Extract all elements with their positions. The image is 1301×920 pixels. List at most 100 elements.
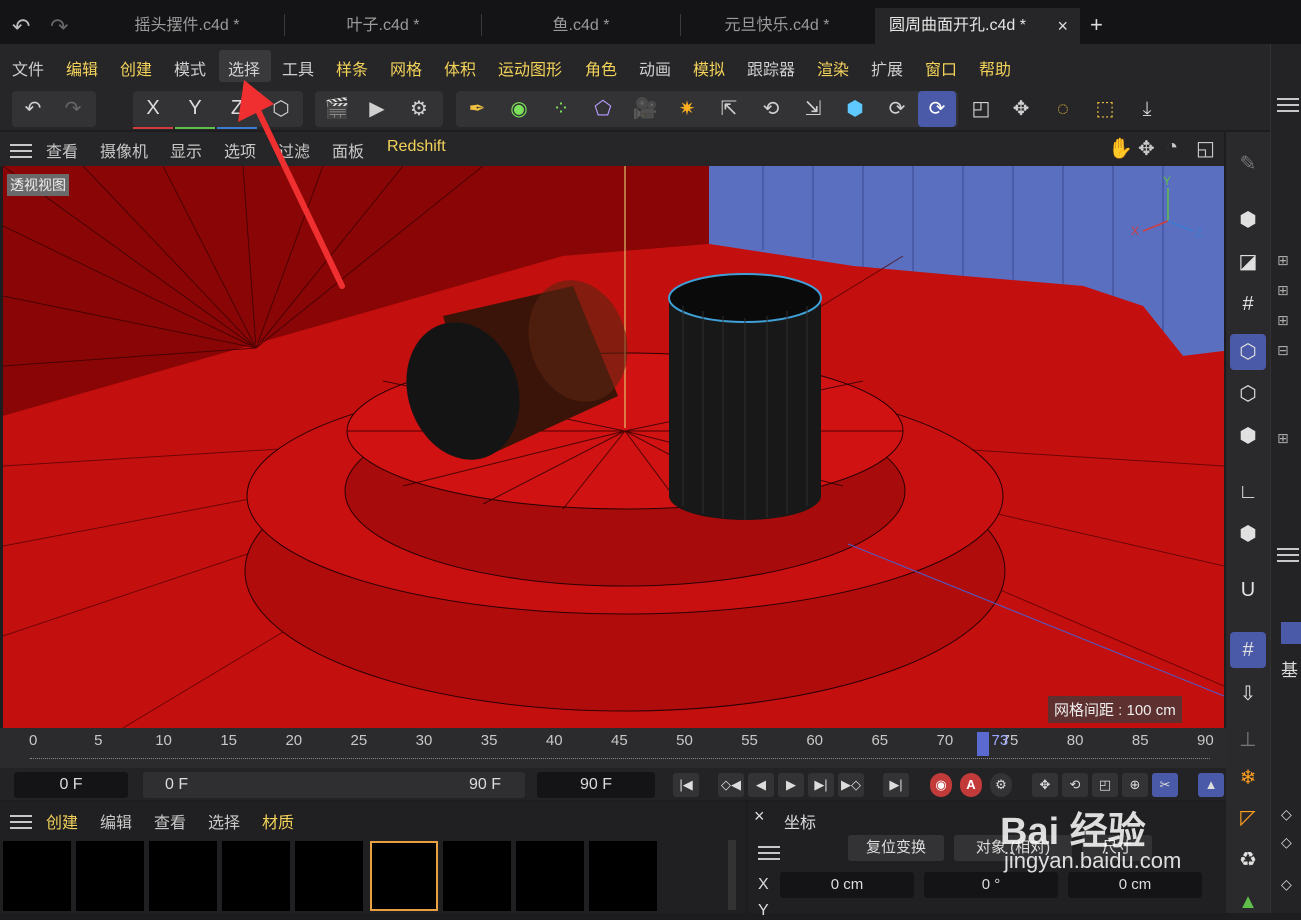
autokey-button[interactable]: A [960,773,982,797]
rotate-icon[interactable]: ⟲ [752,91,790,127]
panel-menu-icon[interactable] [1277,94,1299,116]
key-position-icon[interactable]: ✥ [1032,773,1058,797]
render-view-icon[interactable]: 🎬 [318,91,356,127]
next-frame-icon[interactable]: ▶| [808,773,834,797]
redo-icon[interactable]: ↷ [50,14,68,40]
menu-animate[interactable]: 动画 [639,56,671,80]
edit-icon[interactable]: ✎ [1230,146,1266,182]
menu-character[interactable]: 角色 [585,56,617,80]
menu-spline[interactable]: 样条 [336,56,368,80]
material-thumbnail[interactable] [516,841,584,911]
solo-icon[interactable]: ⬢ [1230,516,1266,552]
material-thumbnail-selected[interactable] [370,841,438,911]
pan-hand-icon[interactable]: ✋ [1108,136,1133,161]
workplane-icon[interactable]: ⇩ [1230,676,1266,712]
expand-icon[interactable]: ⊞ [1277,312,1289,329]
axis-mode-icon[interactable]: ∟ [1230,474,1266,510]
mat-menu-select[interactable]: 选择 [208,809,240,833]
maximize-view-icon[interactable]: ◱ [1196,136,1215,161]
keyframe-icon[interactable]: ◇ [1281,806,1292,823]
reset-transform-button[interactable]: 复位变换 [848,835,944,861]
orbit-view-icon[interactable]: ◔ [1166,136,1178,159]
start-frame-field[interactable]: 0 F [14,772,128,798]
menu-extensions[interactable]: 扩展 [871,56,903,80]
spline-pen-icon[interactable]: ✒ [458,91,496,127]
menu-simulate[interactable]: 模拟 [693,56,725,80]
perspective-viewport[interactable]: 透视视图 Y X Z 网格间距 : 100 cm [3,166,1224,728]
next-key-icon[interactable]: ▶◇ [838,773,864,797]
add-tab-icon[interactable]: + [1090,12,1103,38]
coordinate-system-icon[interactable]: ⬡ [262,91,300,127]
timeline-ruler[interactable]: 0 5 10 15 20 25 30 35 40 45 50 55 60 65 70 75 80 85 90 73 [0,728,1226,768]
move-up-icon[interactable]: ⇱ [710,91,748,127]
deformer-icon[interactable]: ⬠ [584,91,622,127]
mat-menu-edit[interactable]: 编辑 [100,809,132,833]
axis-z-toggle[interactable]: Z [217,91,257,129]
polygons-mode-icon[interactable]: ⬢ [1230,418,1266,454]
light-icon[interactable]: ✷ [668,91,706,127]
viewport-menu-panel[interactable]: 面板 [332,138,364,162]
material-thumbnail[interactable] [3,841,71,911]
rotate-tool-icon[interactable]: ⟳ [878,91,916,127]
menu-create[interactable]: 创建 [120,56,152,80]
magnet-icon[interactable]: U [1230,572,1266,608]
tab-close-icon[interactable]: × [1057,8,1068,44]
undo-icon[interactable]: ↶ [12,14,30,40]
tab-file[interactable]: 鱼.c4d * [483,8,679,44]
rotation-x-field[interactable]: 0 ° [924,872,1058,898]
timeline-playhead[interactable] [977,732,990,756]
key-param-icon[interactable]: ⊕ [1122,773,1148,797]
coord-menu-icon[interactable] [758,842,780,864]
menu-volume[interactable]: 体积 [444,56,476,80]
mat-menu-material[interactable]: 材质 [262,809,294,833]
tab-file[interactable]: 叶子.c4d * [286,8,480,44]
tab-file-active[interactable]: 圆周曲面开孔.c4d * × [875,8,1080,44]
material-thumbnail[interactable] [295,841,363,911]
import-icon[interactable]: ⤓ [1128,91,1166,127]
viewport-menu-icon[interactable] [10,140,32,162]
render-settings-icon[interactable]: ⚙ [400,91,438,127]
quantize-icon[interactable]: ⊥ [1230,722,1266,758]
size-x-field[interactable]: 0 cm [1068,872,1202,898]
viewport-menu-view[interactable]: 查看 [46,138,78,162]
coord-size-dropdown[interactable]: 尺寸 [1082,835,1152,861]
corner-icon[interactable]: ◸ [1230,800,1266,836]
menu-render[interactable]: 渲染 [817,56,849,80]
prev-key-icon[interactable]: ◇◀ [718,773,744,797]
render-picture-viewer-icon[interactable]: ▶ [358,91,396,127]
move-tool-icon[interactable]: ✥ [1002,91,1040,127]
material-thumbnail[interactable] [589,841,657,911]
material-thumbnail[interactable] [443,841,511,911]
position-x-field[interactable]: 0 cm [780,872,914,898]
model-mode-icon[interactable]: ⬢ [1230,202,1266,238]
points-mode-icon[interactable]: ⬡ [1230,334,1266,370]
menu-tools[interactable]: 工具 [282,56,314,80]
collapse-icon[interactable]: ⊟ [1277,342,1289,359]
coord-mode-dropdown[interactable]: 对象 (相对) [954,835,1072,861]
menu-edit[interactable]: 编辑 [66,56,98,80]
go-to-end-icon[interactable]: ▶| [883,773,909,797]
go-to-start-icon[interactable]: |◀ [673,773,699,797]
mat-menu-create[interactable]: 创建 [46,809,78,833]
key-rotation-icon[interactable]: ⟲ [1062,773,1088,797]
key-pla-icon[interactable]: ✂ [1152,773,1178,797]
end-frame-field[interactable]: 90 F [537,772,655,798]
scale-tool-icon[interactable]: ◰ [962,91,1000,127]
viewport-menu-redshift[interactable]: Redshift [387,138,446,156]
expand-icon[interactable]: ⊞ [1277,282,1289,299]
key-settings-icon[interactable]: ⚙ [990,773,1012,797]
material-thumbnail[interactable] [149,841,217,911]
material-thumbnail[interactable] [76,841,144,911]
expand-icon[interactable]: ⊞ [1277,252,1289,269]
menu-window[interactable]: 窗口 [925,56,957,80]
menu-help[interactable]: 帮助 [979,56,1011,80]
material-scrollbar[interactable] [728,840,736,910]
axis-y-toggle[interactable]: Y [175,91,215,129]
coord-close-icon[interactable]: × [754,806,765,827]
expand-icon[interactable]: ⊞ [1277,430,1289,447]
camera-icon[interactable]: 🎥 [626,91,664,127]
mat-menu-view[interactable]: 查看 [154,809,186,833]
material-menu-icon[interactable] [10,811,32,833]
texture-mode-icon[interactable]: ◪ [1230,244,1266,280]
cube-icon[interactable]: ⬢ [836,91,874,127]
